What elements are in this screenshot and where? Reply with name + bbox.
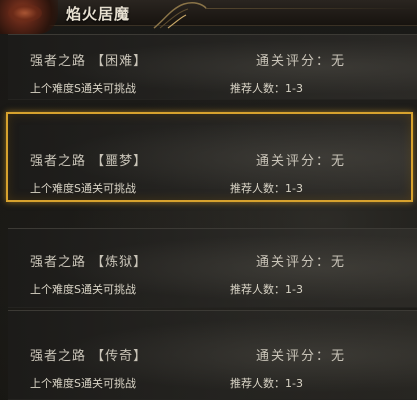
dungeon-name: 强者之路 【噩梦】 [30,154,148,169]
title-divider [205,8,417,9]
dungeon-name: 强者之路 【传奇】 [30,349,148,364]
dungeon-card-hard[interactable]: 强者之路 【困难】 通关评分：无 上个难度S通关可挑战 推荐人数：1-3 [8,34,417,100]
unlock-condition: 上个难度S通关可挑战 [30,82,136,95]
recommended-players: 推荐人数：1-3 [230,182,303,195]
unlock-condition: 上个难度S通关可挑战 [30,182,136,195]
unlock-condition: 上个难度S通关可挑战 [30,377,136,390]
dungeon-card-legend[interactable]: 强者之路 【传奇】 通关评分：无 上个难度S通关可挑战 推荐人数：1-3 [8,310,417,400]
recommended-players: 推荐人数：1-3 [230,283,303,296]
clear-score: 通关评分：无 [256,54,347,69]
clear-score: 通关评分：无 [256,255,347,270]
dungeon-card-purgatory[interactable]: 强者之路 【炼狱】 通关评分：无 上个难度S通关可挑战 推荐人数：1-3 [8,228,417,308]
dragon-emblem-icon [0,0,58,34]
dungeon-card-nightmare[interactable]: 强者之路 【噩梦】 通关评分：无 上个难度S通关可挑战 推荐人数：1-3 [6,112,413,202]
dungeon-name: 强者之路 【困难】 [30,54,148,69]
panel-title: 焰火居魔 [66,5,131,23]
dungeon-select-panel: 焰火居魔 强者之路 【困难】 通关评分：无 上个难度S通关可挑战 推荐人数：1-… [0,0,417,400]
clear-score: 通关评分：无 [256,154,347,169]
clear-score: 通关评分：无 [256,349,347,364]
unlock-condition: 上个难度S通关可挑战 [30,283,136,296]
flourish-ornament-icon [153,2,207,29]
recommended-players: 推荐人数：1-3 [230,82,303,95]
title-bar: 焰火居魔 [0,0,417,34]
dungeon-name: 强者之路 【炼狱】 [30,255,148,270]
recommended-players: 推荐人数：1-3 [230,377,303,390]
